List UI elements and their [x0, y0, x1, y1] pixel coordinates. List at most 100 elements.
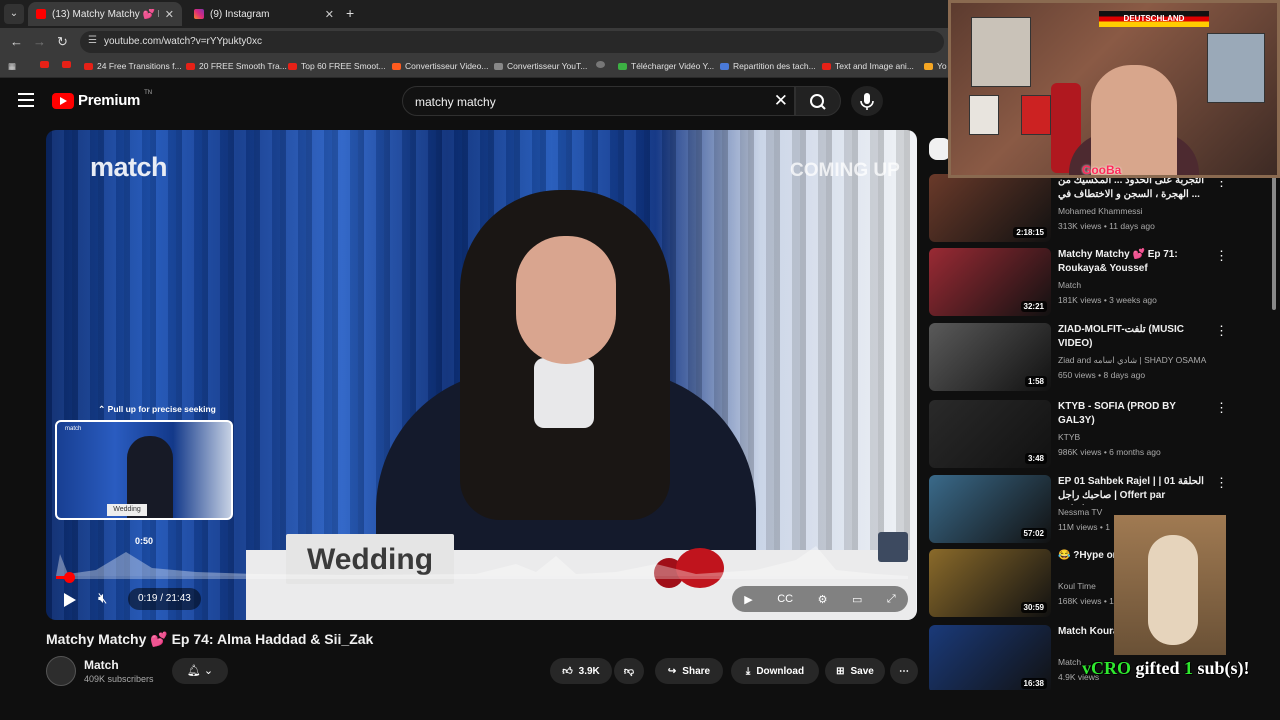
microphone-icon [860, 93, 874, 110]
bookmark-item[interactable]: Text and Image ani... [822, 61, 914, 71]
share-button[interactable]: ↪ Share [655, 658, 723, 684]
bookmark-item[interactable] [596, 61, 605, 68]
share-icon: ↪ [667, 665, 677, 677]
video-thumbnail[interactable]: 16:38 [929, 625, 1051, 690]
youtube-icon [84, 62, 93, 70]
jersey-frame [969, 95, 999, 135]
settings-gear-icon[interactable]: ⚙ [818, 593, 828, 606]
notification-bell-button[interactable]: 🔔︎ ⌄ [172, 658, 228, 684]
apps-grid-icon[interactable]: ▦ [8, 61, 16, 72]
recommended-channel[interactable]: Match [1058, 657, 1081, 667]
recommended-channel[interactable]: Mohamed Khammessi [1058, 206, 1143, 216]
bookmark-item[interactable]: Repartition des tach... [720, 61, 816, 71]
search-button[interactable] [795, 86, 841, 116]
site-info-icon[interactable]: ☰ [88, 35, 97, 46]
bookmark-item[interactable]: Top 60 FREE Smoot... [288, 61, 386, 71]
hamburger-menu-icon[interactable] [18, 93, 34, 111]
chevron-down-icon: ⌄ [203, 665, 214, 677]
time-display: 0:19 / 21:43 [128, 588, 201, 610]
back-arrow-icon[interactable]: ← [10, 34, 23, 49]
recommended-meta: 11M views • 1 [1058, 522, 1110, 532]
streamer-tag: GooBa [1082, 163, 1122, 177]
recommended-title[interactable]: KTYB - SOFIA (PROD BY GAL3Y) [1058, 400, 1208, 428]
youtube-icon [40, 61, 49, 68]
bookmark-item[interactable]: 20 FREE Smooth Tra... [186, 61, 287, 71]
germany-flag: DEUTSCHLAND [1099, 11, 1209, 27]
recommended-video[interactable]: 32:21 Matchy Matchy 💕 Ep 71: Roukaya& You… [929, 248, 1229, 318]
video-thumbnail[interactable]: 57:02 [929, 475, 1051, 543]
bookmark-item[interactable]: Convertisseur YouT... [494, 61, 587, 71]
progress-bar[interactable] [56, 572, 908, 583]
close-tab-icon[interactable]: ✕ [325, 8, 334, 21]
save-button[interactable]: ⊞ Save [825, 658, 885, 684]
bookmark-item[interactable]: Télécharger Vidéo Y... [618, 61, 714, 71]
new-tab-icon[interactable]: + [346, 5, 354, 21]
like-count: 3.9K [578, 665, 600, 677]
like-button[interactable]: 👍︎ 3.9K [550, 658, 612, 684]
docs-icon [720, 62, 729, 70]
tab-search-icon[interactable]: ⌄ [4, 4, 24, 24]
more-vertical-icon[interactable]: ⋮ [1215, 475, 1228, 491]
recommended-channel[interactable]: Nessma TV [1058, 507, 1102, 517]
bookmark-youtube-1[interactable] [40, 61, 49, 68]
more-vertical-icon[interactable]: ⋮ [1215, 248, 1228, 264]
youtube-premium-logo[interactable]: Premium TN [52, 90, 152, 109]
download-button[interactable]: ⤓ Download [731, 658, 819, 684]
more-actions-button[interactable]: ⋯ [890, 658, 918, 684]
scrubber-handle[interactable] [63, 572, 75, 583]
search-query[interactable]: matchy matchy [415, 95, 496, 109]
video-thumbnail[interactable]: 3:48 [929, 400, 1051, 468]
recommended-title[interactable]: Matchy Matchy 💕 Ep 71: Roukaya& Youssef [1058, 248, 1208, 276]
gift-count: 1 [1184, 658, 1193, 678]
more-vertical-icon[interactable]: ⋮ [1215, 323, 1228, 339]
tab-youtube[interactable]: (13) Matchy Matchy 💕 Ep 74: ✕ [28, 2, 182, 26]
tab-instagram[interactable]: (9) Instagram ✕ [186, 2, 342, 26]
more-vertical-icon[interactable]: ⋮ [1215, 400, 1228, 416]
close-tab-icon[interactable]: ✕ [165, 8, 174, 21]
video-duration: 32:21 [1020, 301, 1047, 312]
video-player[interactable]: match COMING UP Wedding ⌃ Pull up for pr… [46, 130, 917, 620]
recommended-channel[interactable]: KTYB [1058, 432, 1080, 442]
channel-name[interactable]: Match [84, 658, 119, 672]
reload-icon[interactable]: ↻ [57, 34, 68, 50]
bookmark-item[interactable]: Yo [924, 61, 947, 71]
bookmarks-bar: ▦ 24 Free Transitions f... 20 FREE Smoot… [0, 56, 948, 78]
recommended-video[interactable]: 3:48 KTYB - SOFIA (PROD BY GAL3Y) KTYB 986K… [929, 400, 1229, 470]
captions-icon[interactable]: CC [777, 593, 793, 605]
recommended-title[interactable]: التجربة على الحدود ... المكسيك من ... ال… [1058, 174, 1208, 202]
recommended-video[interactable]: 2:18:15 التجربة على الحدود ... المكسيك من… [929, 174, 1229, 244]
search-icon [810, 94, 826, 110]
recommended-title[interactable]: ZIAD-MOLFIT-تلفت (MUSIC VIDEO) [1058, 323, 1208, 351]
clear-search-icon[interactable]: ✕ [774, 91, 788, 111]
forward-arrow-icon[interactable]: → [33, 34, 46, 49]
address-bar[interactable]: ☰ youtube.com/watch?v=rYYpukty0xc [80, 31, 944, 53]
video-thumbnail[interactable]: 2:18:15 [929, 174, 1051, 242]
download-label: Download [756, 665, 805, 677]
youtube-icon [186, 62, 195, 70]
recommended-channel[interactable]: Koul Time [1058, 581, 1096, 591]
search-input[interactable]: matchy matchy ✕ [402, 86, 795, 116]
video-thumbnail[interactable]: 32:21 [929, 248, 1051, 316]
recommended-video[interactable]: 1:58 ZIAD-MOLFIT-تلفت (MUSIC VIDEO) Ziad a… [929, 323, 1229, 393]
bookmark-item[interactable]: 24 Free Transitions f... [84, 61, 182, 71]
recommended-meta: 986K views • 6 months ago [1058, 447, 1161, 457]
bookmark-youtube-2[interactable] [62, 61, 71, 68]
fullscreen-icon[interactable]: ⤢ [887, 593, 896, 606]
recommended-channel[interactable]: Ziad and شادي اسامه | SHADY OSAMA [1058, 355, 1206, 366]
muted-volume-icon[interactable]: 🔇︎ [98, 590, 107, 607]
recommended-title[interactable]: EP 01 Sahbek Rajel | | الحلقة 01 صاحبك ر… [1058, 475, 1208, 505]
video-thumbnail[interactable]: 30:59 [929, 549, 1051, 617]
voice-search-button[interactable] [851, 86, 883, 116]
youtube-icon [822, 62, 831, 70]
video-thumbnail[interactable]: 1:58 [929, 323, 1051, 391]
converter-icon [494, 62, 503, 70]
address-url[interactable]: youtube.com/watch?v=rYYpukty0xc [104, 36, 262, 47]
dislike-button[interactable]: 👎︎ [614, 658, 644, 684]
play-button[interactable] [62, 592, 76, 608]
miniplayer-icon[interactable]: ▭ [852, 593, 862, 606]
sidebar-scrollbar[interactable] [1272, 160, 1276, 310]
autoplay-toggle-icon[interactable]: ▶ [744, 593, 752, 606]
channel-avatar[interactable] [46, 656, 76, 686]
recommended-channel[interactable]: Match [1058, 280, 1081, 290]
bookmark-item[interactable]: Convertisseur Video... [392, 61, 488, 71]
